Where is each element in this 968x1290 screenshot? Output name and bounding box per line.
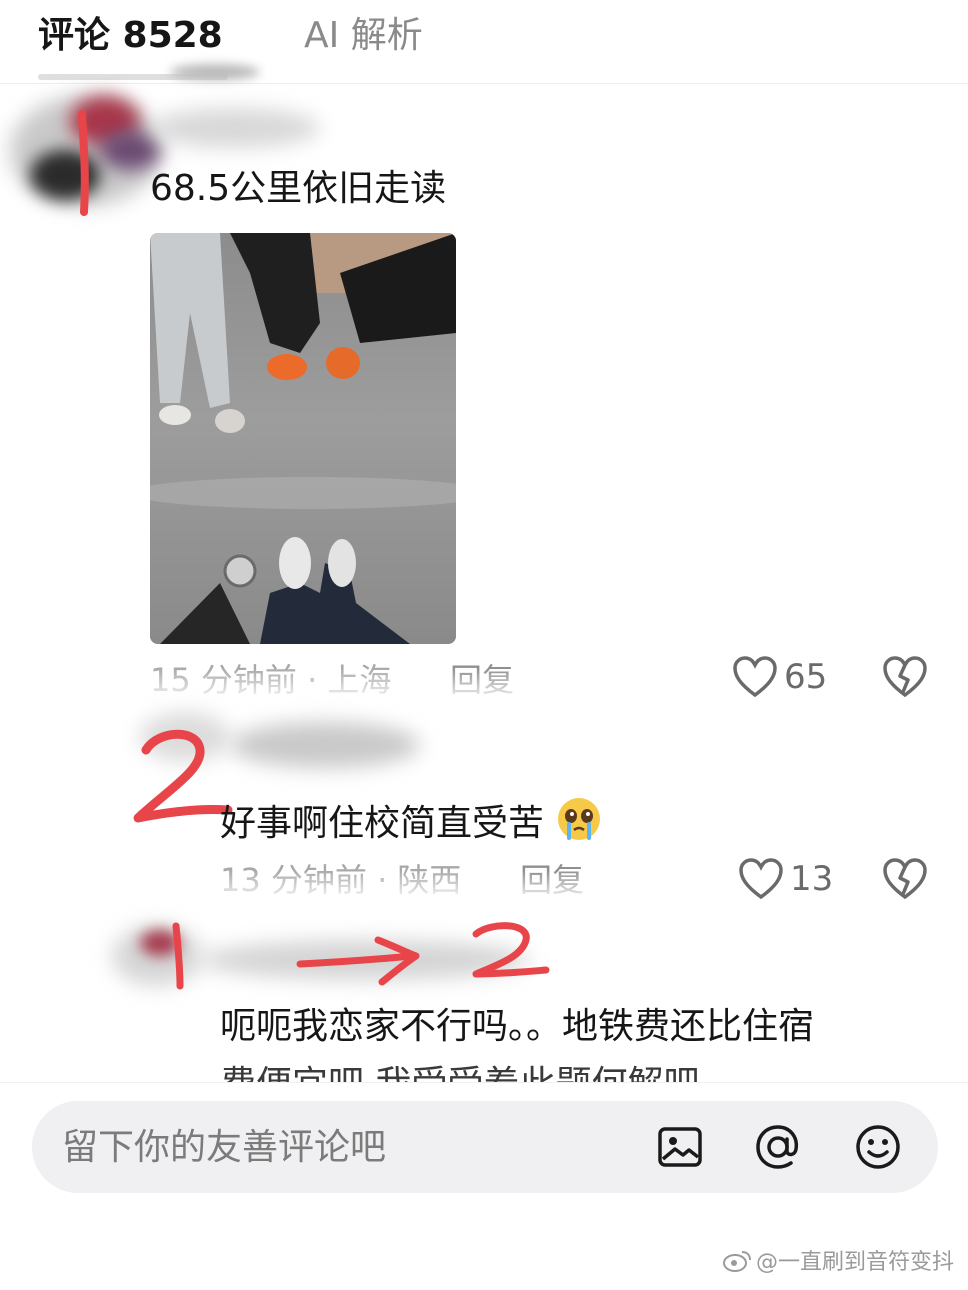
comment-photo[interactable] <box>150 233 456 644</box>
comment-text: 68.5公里依旧走读 <box>150 168 447 209</box>
annotation-mark-1-to-2 <box>172 922 550 990</box>
tab-comments[interactable]: 评论 8528 <box>38 14 223 58</box>
like-count: 65 <box>784 657 828 697</box>
like-button[interactable]: 65 <box>732 656 827 698</box>
tab-ai-analysis[interactable]: AI 解析 <box>304 14 423 58</box>
like-count: 13 <box>790 859 834 899</box>
watermark-text: @一直刷到音符变抖 <box>755 1250 954 1275</box>
crying-emoji-icon <box>555 796 603 854</box>
emoji-icon[interactable] <box>854 1123 902 1171</box>
tab-bar: 评论 8528 AI 解析 <box>0 0 968 84</box>
weibo-logo-icon <box>722 1251 751 1272</box>
heart-icon <box>733 656 777 698</box>
comment-text-content: 好事啊住校简直受苦 <box>220 803 545 844</box>
comment-text: 好事啊住校简直受苦 <box>220 796 603 854</box>
comment-input[interactable] <box>62 1119 622 1175</box>
like-button[interactable]: 13 <box>738 858 833 900</box>
broken-heart-icon[interactable] <box>882 656 928 698</box>
annotation-mark-1 <box>78 110 89 216</box>
at-icon[interactable] <box>754 1123 802 1171</box>
comment-text: 呃呃我恋家不行吗。。地铁费还比住宿 <box>220 1006 815 1047</box>
heart-icon <box>739 858 783 900</box>
comment-input-box[interactable] <box>32 1101 938 1193</box>
image-icon[interactable] <box>656 1123 704 1171</box>
broken-heart-icon[interactable] <box>882 858 928 900</box>
watermark: @一直刷到音符变抖 <box>722 1244 954 1276</box>
